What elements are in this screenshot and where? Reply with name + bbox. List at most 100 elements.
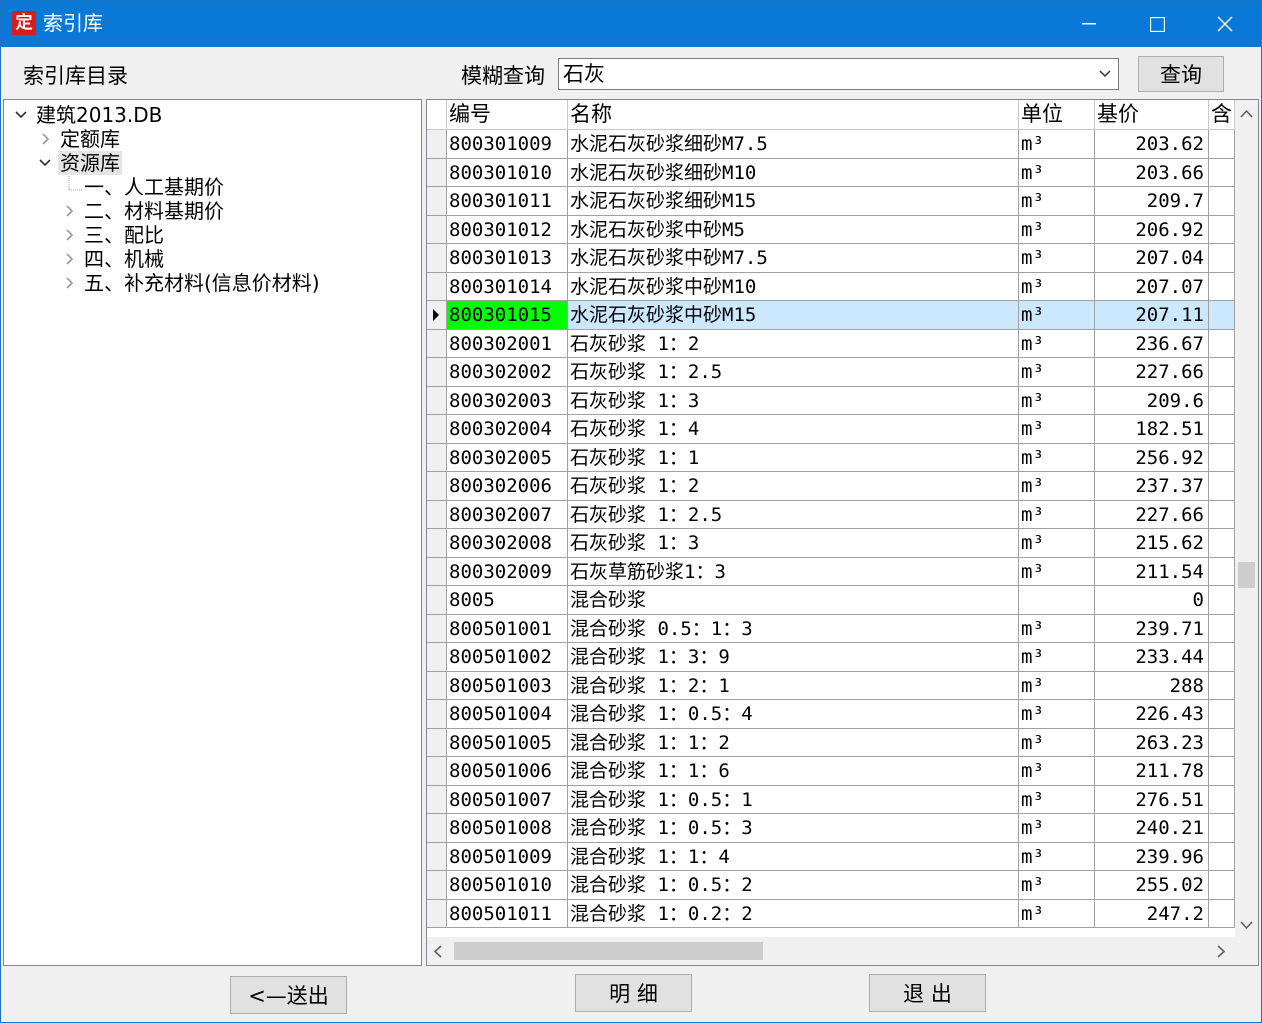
- table-row[interactable]: 800301015 水泥石灰砂浆中砂M15 m³ 207.11: [427, 301, 1235, 330]
- code-cell[interactable]: 800302005: [447, 443, 568, 472]
- code-cell[interactable]: 800302003: [447, 386, 568, 415]
- content-cell[interactable]: [1209, 244, 1235, 273]
- price-cell[interactable]: 215.62: [1095, 529, 1209, 558]
- name-cell[interactable]: 石灰砂浆 1：3: [568, 386, 1019, 415]
- content-cell[interactable]: [1209, 329, 1235, 358]
- row-header[interactable]: [427, 871, 447, 900]
- price-cell[interactable]: 247.2: [1095, 899, 1209, 928]
- row-header[interactable]: [427, 700, 447, 729]
- content-cell[interactable]: [1209, 187, 1235, 216]
- row-header[interactable]: [427, 757, 447, 786]
- query-value[interactable]: 石灰: [563, 60, 605, 88]
- unit-cell[interactable]: m³: [1019, 671, 1095, 700]
- row-header[interactable]: [427, 215, 447, 244]
- directory-tree[interactable]: 建筑2013.DB 定额库 资源库 一、人工基期价 二、材料基期价 三、配比 四…: [3, 99, 422, 966]
- content-cell[interactable]: [1209, 757, 1235, 786]
- column-header-unit[interactable]: 单位: [1019, 100, 1095, 130]
- chevron-right-icon[interactable]: [62, 204, 76, 218]
- chevron-down-icon[interactable]: [14, 108, 28, 122]
- scroll-right-icon[interactable]: [1216, 945, 1226, 958]
- table-row[interactable]: 800301011 水泥石灰砂浆细砂M15 m³ 209.7: [427, 187, 1235, 216]
- code-cell[interactable]: 800302008: [447, 529, 568, 558]
- name-cell[interactable]: 石灰砂浆 1：4: [568, 415, 1019, 444]
- name-cell[interactable]: 水泥石灰砂浆细砂M7.5: [568, 130, 1019, 159]
- price-cell[interactable]: 233.44: [1095, 643, 1209, 672]
- title-bar[interactable]: 定 索引库: [1, 1, 1261, 47]
- query-button[interactable]: 查询: [1138, 56, 1224, 92]
- chevron-right-icon[interactable]: [38, 132, 52, 146]
- content-cell[interactable]: [1209, 643, 1235, 672]
- table-row[interactable]: 800302007 石灰砂浆 1：2.5 m³ 227.66: [427, 500, 1235, 529]
- code-cell[interactable]: 800501002: [447, 643, 568, 672]
- unit-cell[interactable]: m³: [1019, 871, 1095, 900]
- row-header[interactable]: [427, 472, 447, 501]
- table-row[interactable]: 800501007 混合砂浆 1：0.5：1 m³ 276.51: [427, 785, 1235, 814]
- scroll-down-icon[interactable]: [1240, 920, 1253, 930]
- name-cell[interactable]: 水泥石灰砂浆中砂M10: [568, 272, 1019, 301]
- content-cell[interactable]: [1209, 500, 1235, 529]
- row-header[interactable]: [427, 386, 447, 415]
- name-cell[interactable]: 石灰砂浆 1：2.5: [568, 358, 1019, 387]
- code-cell[interactable]: 800302009: [447, 557, 568, 586]
- table-row[interactable]: 800301009 水泥石灰砂浆细砂M7.5 m³ 203.62: [427, 130, 1235, 159]
- unit-cell[interactable]: m³: [1019, 329, 1095, 358]
- unit-cell[interactable]: m³: [1019, 443, 1095, 472]
- name-cell[interactable]: 石灰砂浆 1：3: [568, 529, 1019, 558]
- tree-root[interactable]: 建筑2013.DB: [36, 103, 162, 127]
- row-header[interactable]: [427, 842, 447, 871]
- table-row[interactable]: 800302005 石灰砂浆 1：1 m³ 256.92: [427, 443, 1235, 472]
- query-combobox[interactable]: 石灰: [558, 58, 1119, 90]
- price-cell[interactable]: 206.92: [1095, 215, 1209, 244]
- unit-cell[interactable]: m³: [1019, 130, 1095, 159]
- table-row[interactable]: 800501002 混合砂浆 1：3：9 m³ 233.44: [427, 643, 1235, 672]
- chevron-right-icon[interactable]: [62, 228, 76, 242]
- table-row[interactable]: 800302009 石灰草筋砂浆1：3 m³ 211.54: [427, 557, 1235, 586]
- unit-cell[interactable]: m³: [1019, 244, 1095, 273]
- price-cell[interactable]: 256.92: [1095, 443, 1209, 472]
- name-cell[interactable]: 石灰砂浆 1：2: [568, 472, 1019, 501]
- content-cell[interactable]: [1209, 785, 1235, 814]
- vertical-scroll-thumb[interactable]: [1238, 562, 1255, 588]
- unit-cell[interactable]: m³: [1019, 814, 1095, 843]
- price-cell[interactable]: 0: [1095, 586, 1209, 615]
- code-cell[interactable]: 800302007: [447, 500, 568, 529]
- tree-item-labor[interactable]: 一、人工基期价: [84, 175, 224, 199]
- close-button[interactable]: [1191, 1, 1259, 47]
- table-row[interactable]: 800501005 混合砂浆 1：1：2 m³ 263.23: [427, 728, 1235, 757]
- code-cell[interactable]: 800501008: [447, 814, 568, 843]
- row-header[interactable]: [427, 785, 447, 814]
- name-cell[interactable]: 石灰砂浆 1：1: [568, 443, 1019, 472]
- unit-cell[interactable]: m³: [1019, 158, 1095, 187]
- table-row[interactable]: 800302001 石灰砂浆 1：2 m³ 236.67: [427, 329, 1235, 358]
- row-header[interactable]: [427, 130, 447, 159]
- content-cell[interactable]: [1209, 415, 1235, 444]
- row-header[interactable]: [427, 557, 447, 586]
- content-cell[interactable]: [1209, 272, 1235, 301]
- column-header-code[interactable]: 编号: [447, 100, 568, 130]
- unit-cell[interactable]: m³: [1019, 386, 1095, 415]
- unit-cell[interactable]: m³: [1019, 614, 1095, 643]
- price-cell[interactable]: 227.66: [1095, 500, 1209, 529]
- unit-cell[interactable]: m³: [1019, 358, 1095, 387]
- tree-item-quota[interactable]: 定额库: [60, 127, 120, 151]
- name-cell[interactable]: 混合砂浆 1：0.5：4: [568, 700, 1019, 729]
- chevron-down-icon[interactable]: [1098, 67, 1112, 81]
- horizontal-scroll-thumb[interactable]: [454, 942, 763, 960]
- unit-cell[interactable]: m³: [1019, 472, 1095, 501]
- code-cell[interactable]: 800501001: [447, 614, 568, 643]
- price-cell[interactable]: 209.7: [1095, 187, 1209, 216]
- table-row[interactable]: 800302008 石灰砂浆 1：3 m³ 215.62: [427, 529, 1235, 558]
- code-cell[interactable]: 800301012: [447, 215, 568, 244]
- table-row[interactable]: 800501003 混合砂浆 1：2：1 m³ 288: [427, 671, 1235, 700]
- content-cell[interactable]: [1209, 130, 1235, 159]
- price-cell[interactable]: 239.71: [1095, 614, 1209, 643]
- row-header[interactable]: [427, 614, 447, 643]
- name-cell[interactable]: 混合砂浆 1：1：4: [568, 842, 1019, 871]
- price-cell[interactable]: 227.66: [1095, 358, 1209, 387]
- send-button[interactable]: <—送出: [230, 976, 347, 1014]
- tree-item-machinery[interactable]: 四、机械: [84, 247, 164, 271]
- code-cell[interactable]: 800301010: [447, 158, 568, 187]
- content-cell[interactable]: [1209, 386, 1235, 415]
- row-header[interactable]: [427, 443, 447, 472]
- content-cell[interactable]: [1209, 614, 1235, 643]
